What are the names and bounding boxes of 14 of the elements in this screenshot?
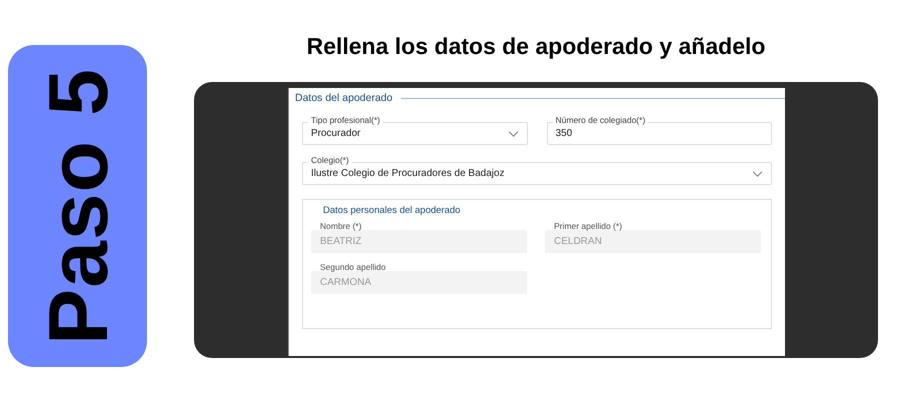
field-label: Nombre (*) [319, 221, 363, 231]
field-label: Colegio(*) [308, 155, 352, 165]
field-label: Número de colegiado(*) [552, 115, 648, 125]
input-field: BEATRIZ [311, 230, 527, 253]
field-label: Primer apellido (*) [553, 221, 624, 231]
page-heading: Rellena los datos de apoderado y añadelo [306, 32, 766, 60]
section-title: Datos del apoderado [295, 92, 392, 104]
input-field: CARMONA [311, 271, 527, 294]
chevron-down-icon [508, 130, 518, 136]
field-label: Tipo profesional(*) [308, 115, 384, 125]
step-label: Paso 5 [36, 68, 120, 344]
chevron-down-icon [752, 170, 763, 176]
field-label: Segundo apellido [319, 262, 387, 272]
input-field: CELDRAN [545, 230, 761, 253]
